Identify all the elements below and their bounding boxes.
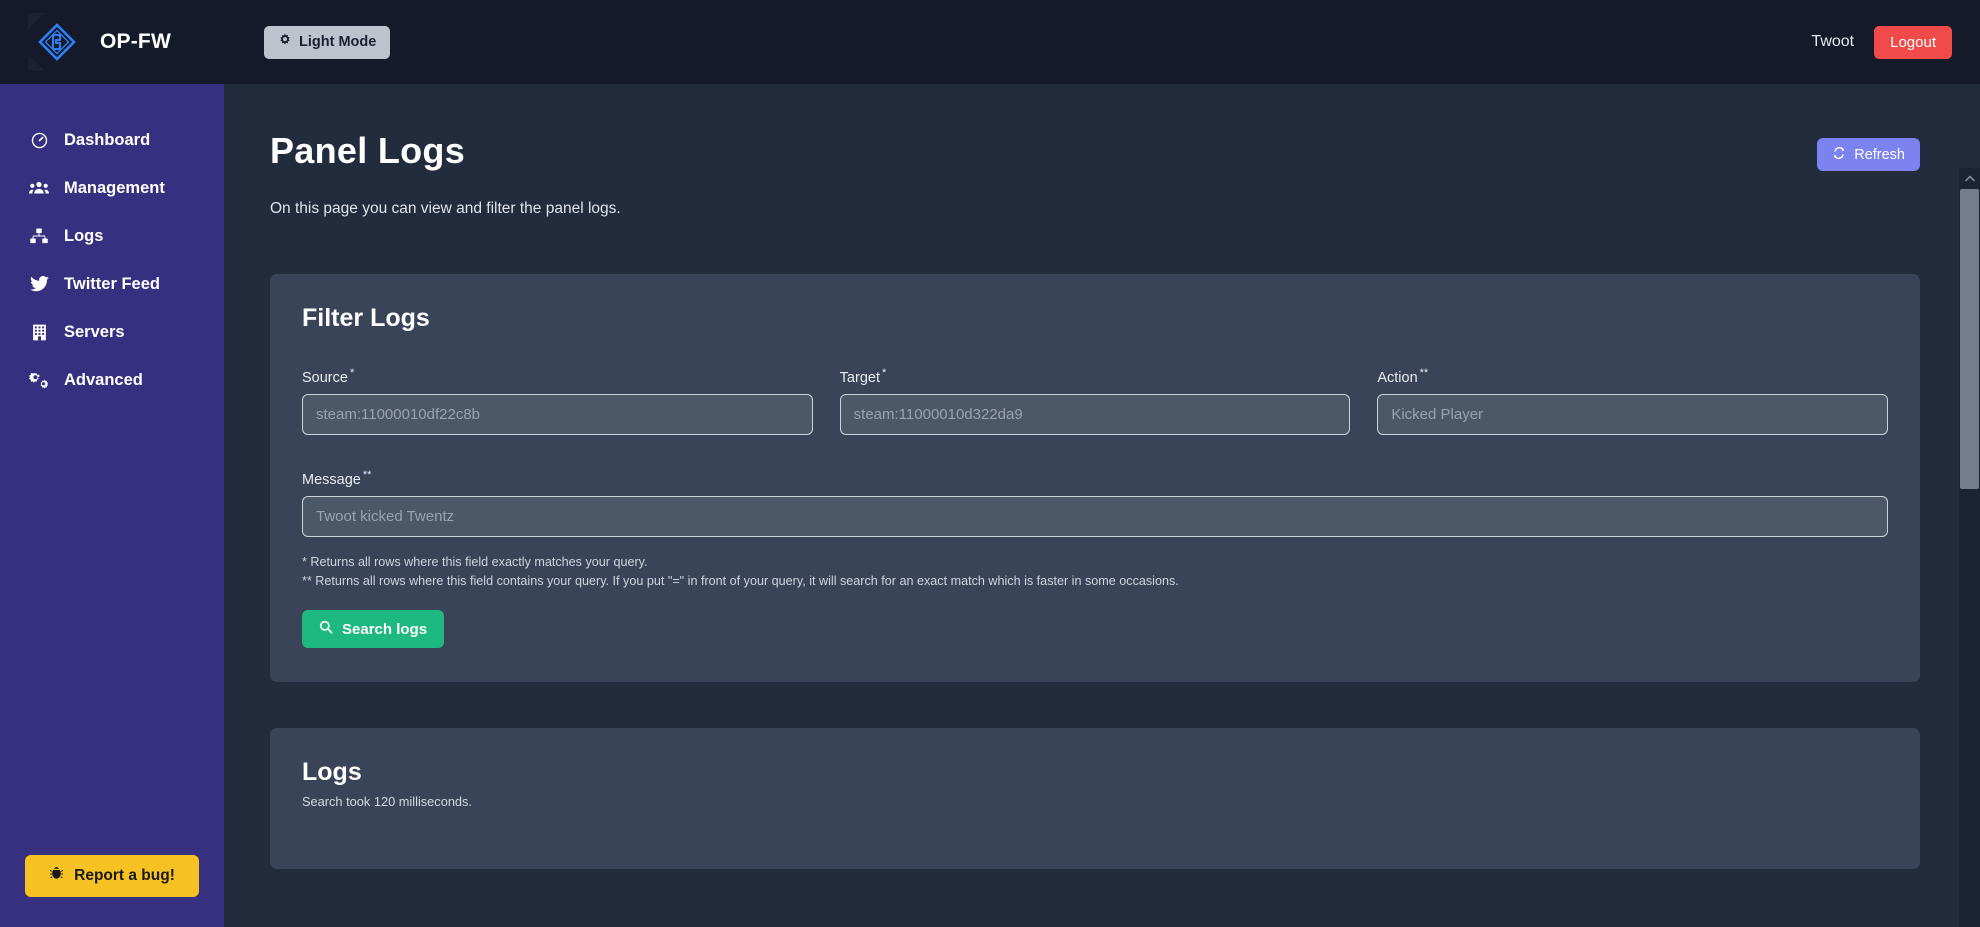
source-input[interactable] (302, 393, 813, 435)
gear-icon (278, 33, 292, 51)
search-logs-button[interactable]: Search logs (302, 610, 445, 649)
target-marker: * (881, 367, 887, 379)
sidebar-item-label: Dashboard (64, 130, 151, 149)
sitemap-icon (28, 226, 50, 246)
message-label: Message ** (302, 469, 1888, 488)
logs-subtitle: Search took 120 milliseconds. (302, 794, 473, 810)
main-content: Panel Logs Refresh On this page you can … (224, 84, 1980, 927)
field-source: Source * (302, 367, 813, 435)
cogs-icon (28, 370, 50, 390)
page-description: On this page you can view and filter the… (270, 200, 621, 217)
message-label-text: Message (302, 471, 361, 488)
logout-button[interactable]: Logout (1874, 25, 1952, 59)
light-mode-toggle[interactable]: Light Mode (264, 25, 391, 59)
chevron-up-icon[interactable] (1959, 168, 1980, 189)
twitter-icon (28, 274, 50, 294)
logs-title: Logs (302, 758, 362, 787)
target-input[interactable] (839, 393, 1351, 435)
refresh-button[interactable]: Refresh (1817, 138, 1920, 171)
topbar-right: Twoot Logout (1811, 25, 1980, 59)
building-icon (28, 322, 50, 342)
sync-icon (1832, 146, 1846, 164)
logs-card: Logs Search took 120 milliseconds. (270, 728, 1920, 870)
app-root: OP-FW Light Mode Twoot Logout Dashboard … (0, 0, 1980, 927)
scrollbar-thumb[interactable] (1960, 189, 1979, 489)
action-label-text: Action (1377, 369, 1418, 386)
action-label: Action ** (1377, 367, 1888, 386)
sidebar-item-dashboard[interactable]: Dashboard (0, 116, 224, 164)
sidebar: Dashboard Management Logs Twitter Feed S… (0, 84, 224, 927)
field-target: Target * (839, 367, 1351, 435)
search-logs-label: Search logs (342, 620, 428, 638)
sidebar-item-logs[interactable]: Logs (0, 212, 224, 260)
source-label: Source * (302, 367, 813, 386)
sidebar-item-label: Logs (64, 226, 104, 245)
sidebar-bottom: Report a bug! (0, 855, 224, 927)
note-single-asterisk: * Returns all rows where this field exac… (302, 554, 648, 569)
filter-fields-row-1: Source* Target* Action** (302, 367, 1889, 435)
sidebar-item-label: Advanced (64, 370, 143, 389)
note-double-asterisk: ** Returns all rows where this field con… (302, 573, 1179, 588)
target-label: Target * (840, 367, 1351, 386)
gauge-icon (28, 130, 50, 150)
main-inner: Panel Logs Refresh On this page you can … (224, 84, 1980, 870)
bug-icon (49, 866, 64, 886)
page-title: Panel Logs (270, 130, 466, 171)
sidebar-item-twitter-feed[interactable]: Twitter Feed (0, 260, 224, 308)
action-marker: ** (1419, 367, 1429, 379)
top-bar: OP-FW Light Mode Twoot Logout (0, 0, 1980, 84)
sidebar-item-label: Twitter Feed (64, 274, 160, 293)
light-mode-label: Light Mode (299, 34, 377, 50)
brand[interactable]: OP-FW (0, 0, 224, 84)
target-label-text: Target (839, 369, 880, 386)
vertical-scrollbar[interactable] (1959, 168, 1980, 927)
users-icon (28, 178, 50, 198)
brand-name: OP-FW (100, 30, 171, 53)
page-header: Panel Logs Refresh (270, 130, 1920, 172)
filter-logs-title: Filter Logs (302, 304, 430, 332)
filter-fields-row-2: Message ** (302, 469, 1888, 537)
message-marker: ** (362, 468, 372, 481)
refresh-label: Refresh (1854, 146, 1905, 163)
body-row: Dashboard Management Logs Twitter Feed S… (0, 84, 1980, 927)
report-a-bug-label: Report a bug! (74, 867, 175, 884)
sidebar-item-management[interactable]: Management (0, 164, 224, 212)
sidebar-item-label: Management (64, 178, 165, 197)
report-a-bug-button[interactable]: Report a bug! (25, 855, 199, 897)
field-message: Message ** (302, 469, 1888, 537)
magnifier-icon (319, 620, 333, 638)
current-user-name: Twoot (1811, 33, 1855, 50)
source-marker: * (349, 367, 355, 379)
sidebar-item-advanced[interactable]: Advanced (0, 356, 224, 404)
field-action: Action ** (1377, 367, 1889, 435)
filter-logs-card: Filter Logs Source* Target* Action** (270, 274, 1920, 683)
action-input[interactable] (1377, 393, 1889, 435)
app-logo-icon (28, 13, 86, 71)
sidebar-item-label: Servers (64, 322, 125, 341)
sidebar-item-servers[interactable]: Servers (0, 308, 224, 356)
sidebar-nav: Dashboard Management Logs Twitter Feed S… (0, 84, 224, 404)
source-label-text: Source (302, 369, 348, 386)
field-notes: * Returns all rows where this field exac… (302, 553, 1888, 591)
message-input[interactable] (302, 495, 1888, 537)
